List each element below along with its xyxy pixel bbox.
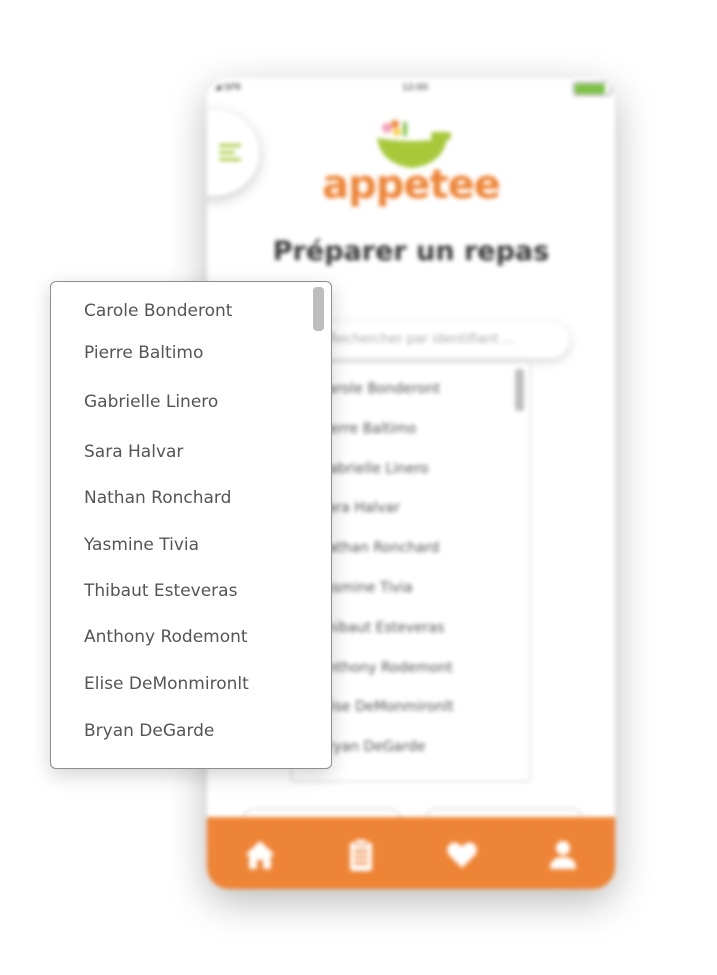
brand-logo-text: appetee [322,162,501,208]
user-list: Carole Bonderont Pierre Baltimo Gabrielle … [318,381,454,779]
status-time: 12:00 [402,83,428,93]
clipboard-list-icon[interactable] [343,837,379,873]
signal-icon [215,84,221,90]
dropdown-option[interactable]: Thibaut Esteveras [84,581,237,601]
dropdown-option[interactable]: Carole Bonderont [84,301,232,321]
carrier-label: SFR [224,83,242,93]
dropdown-option[interactable]: Elise DeMonmironlt [84,674,249,694]
list-item[interactable]: Nathan Ronchard [318,540,454,580]
page-title: Préparer un repas [272,236,550,267]
heart-icon[interactable] [444,837,480,873]
battery-level [575,84,606,94]
dropdown-option[interactable]: Anthony Rodemont [84,627,248,647]
carrier-indicator: SFR [215,83,241,93]
dropdown-option[interactable]: Nathan Ronchard [84,488,231,508]
list-item[interactable]: Carole Bonderont [318,381,454,421]
status-bar: SFR 12:00 [207,78,615,100]
dropdown-option[interactable]: Pierre Baltimo [84,343,203,363]
dropdown-option[interactable]: Bryan DeGarde [84,721,214,741]
bottom-navigation [207,817,615,889]
dropdown-option[interactable]: Yasmine Tivia [84,535,199,555]
list-item[interactable]: Gabrielle Linero [318,461,454,501]
battery-icon [573,82,611,96]
search-placeholder: Rechercher par identifiant ... [329,332,516,347]
list-item[interactable]: Anthony Rodemont [318,660,454,700]
dropdown-option[interactable]: Gabrielle Linero [84,392,218,412]
user-icon[interactable] [545,837,581,873]
list-item[interactable]: Sara Halvar [318,500,454,540]
list-scrollbar[interactable] [515,369,524,411]
home-icon[interactable] [242,837,278,873]
list-item[interactable]: Thibaut Esteveras [318,620,454,660]
list-item[interactable]: Yasmine Tivia [318,580,454,620]
dropdown-scrollbar[interactable] [313,287,324,331]
user-dropdown-list[interactable]: Carole Bonderont Pierre Baltimo Gabrielle … [50,281,332,769]
list-item[interactable]: Elise DeMonmironlt [318,699,454,739]
search-input[interactable]: Rechercher par identifiant ... [301,322,569,358]
list-item[interactable]: Bryan DeGarde [318,739,454,779]
list-item[interactable]: Pierre Baltimo [318,421,454,461]
dropdown-option[interactable]: Sara Halvar [84,442,183,462]
